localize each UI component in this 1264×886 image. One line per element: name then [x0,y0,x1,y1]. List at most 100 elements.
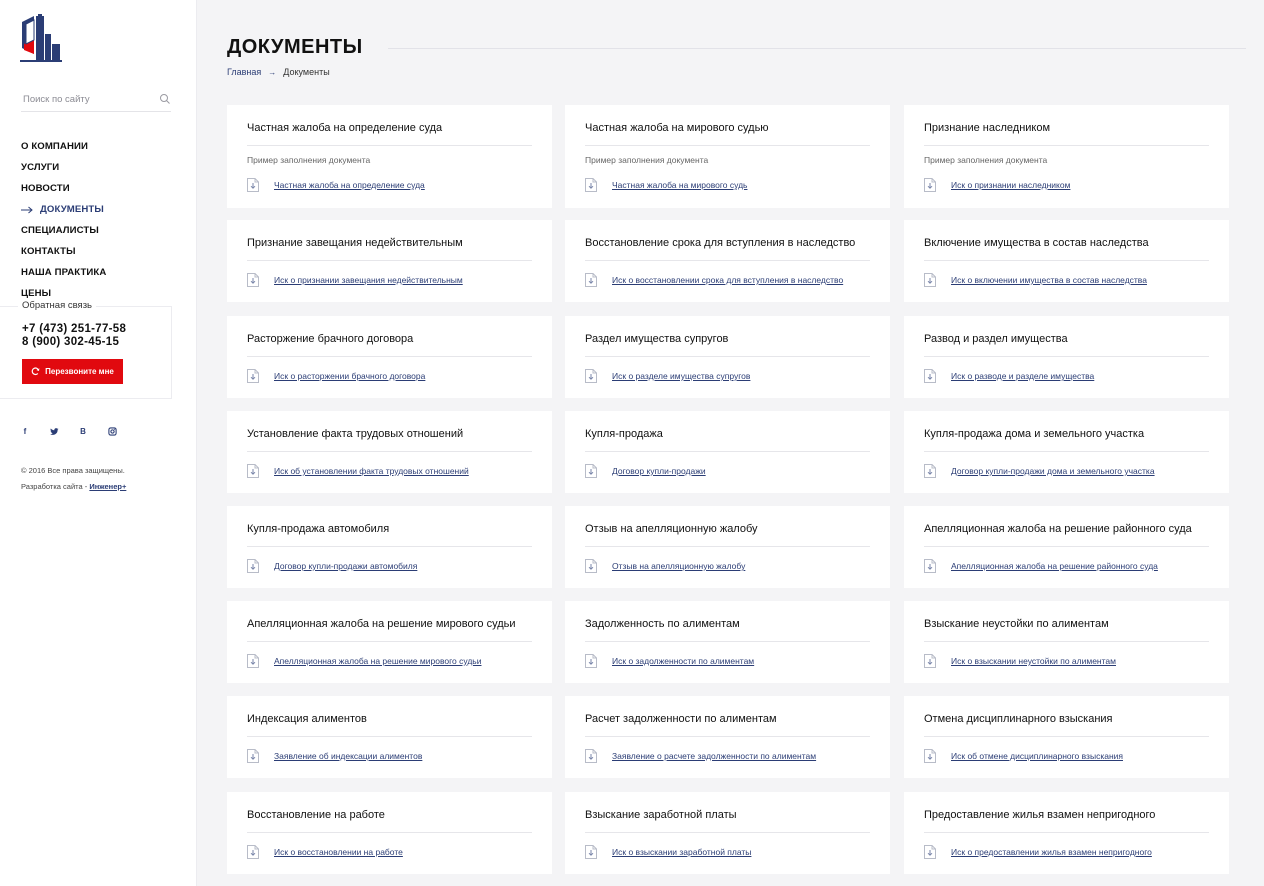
nav-item[interactable]: СПЕЦИАЛИСТЫ [21,220,106,241]
sidebar: О КОМПАНИИ УСЛУГИ НОВОСТИ ДОКУМЕНТЫ СПЕЦИАЛИ… [0,0,197,886]
instagram-icon[interactable] [107,426,117,436]
nav-item-label: ДОКУМЕНТЫ [40,204,104,215]
file-download-icon [924,178,936,192]
callback-button[interactable]: Перезвоните мне [22,359,123,384]
document-title: Развод и раздел имущества [924,333,1068,345]
document-title: Апелляционная жалоба на решение мирового… [247,618,516,630]
document-download-link[interactable]: Иск о взыскании неустойки по алиментам [924,654,1116,668]
twitter-icon[interactable] [49,426,59,436]
copyright: © 2016 Все права защищены. Разработка са… [21,463,126,495]
document-download-link[interactable]: Частная жалоба на мирового судь [585,178,747,192]
document-title: Задолженность по алиментам [585,618,740,630]
document-download-link[interactable]: Иск о разделе имущества супругов [585,369,750,383]
callback-button-label: Перезвоните мне [45,367,114,376]
document-card: Апелляционная жалоба на решение районног… [904,506,1229,588]
document-title: Купля-продажа автомобиля [247,523,390,535]
nav-item[interactable]: О КОМПАНИИ [21,136,106,157]
file-download-icon [247,273,259,287]
card-divider [924,356,1209,357]
document-title: Раздел имущества супругов [585,333,729,345]
document-download-link[interactable]: Иск о признании наследником [924,178,1070,192]
nav-item[interactable]: КОНТАКТЫ [21,241,106,262]
document-download-link[interactable]: Договор купли-продажи автомобиля [247,559,417,573]
document-download-link[interactable]: Иск о предоставлении жилья взамен неприг… [924,845,1152,859]
document-download-link[interactable]: Иск о признании завещания недействительн… [247,273,463,287]
callback-block: Обратная связь +7 (473) 251-77-58 8 (900… [0,300,172,399]
phone-number-2[interactable]: 8 (900) 302-45-15 [22,336,119,348]
document-download-link[interactable]: Иск о включении имущества в состав насле… [924,273,1147,287]
file-download-icon [924,273,936,287]
breadcrumb-home[interactable]: Главная [227,67,261,77]
document-card: Раздел имущества супругов Иск о разделе и… [565,316,890,398]
document-link-label: Иск о включении имущества в состав насле… [951,275,1147,285]
page-title: ДОКУМЕНТЫ [227,36,363,58]
document-link-label: Договор купли-продажи дома и земельного … [951,466,1155,476]
card-divider [924,260,1209,261]
card-divider [585,641,870,642]
document-download-link[interactable]: Договор купли-продажи [585,464,706,478]
search-box [21,88,171,112]
card-divider [924,546,1209,547]
document-download-link[interactable]: Иск о восстановлении на работе [247,845,403,859]
search-icon[interactable] [159,93,171,105]
search-input[interactable] [21,94,151,105]
document-download-link[interactable]: Отзыв на апелляционную жалобу [585,559,745,573]
nav-item[interactable]: УСЛУГИ [21,157,106,178]
nav-item-label: УСЛУГИ [21,162,60,173]
document-download-link[interactable]: Апелляционная жалоба на решение мирового… [247,654,482,668]
vk-icon[interactable]: B [78,426,88,436]
nav-item[interactable]: НАША ПРАКТИКА [21,262,106,283]
card-divider [247,832,532,833]
developer-link[interactable]: Инженер+ [89,482,126,491]
title-divider [388,48,1246,49]
card-divider [585,145,870,146]
document-download-link[interactable]: Иск о разводе и разделе имущества [924,369,1094,383]
document-link-label: Частная жалоба на мирового судь [612,180,748,190]
logo-icon[interactable] [20,14,64,64]
card-divider [585,451,870,452]
document-download-link[interactable]: Иск о восстановлении срока для вступлени… [585,273,843,287]
document-download-link[interactable]: Иск об отмене дисциплинарного взыскания [924,749,1123,763]
document-title: Частная жалоба на определение суда [247,122,443,134]
nav-item[interactable]: ДОКУМЕНТЫ [21,199,106,220]
document-download-link[interactable]: Иск о взыскании заработной платы [585,845,751,859]
file-download-icon [924,559,936,573]
document-title: Включение имущества в состав наследства [924,237,1149,249]
document-card: Купля-продажа Договор купли-продажи [565,411,890,493]
document-link-label: Иск о разводе и разделе имущества [951,371,1095,381]
callback-label: Обратная связь [18,300,96,311]
facebook-icon[interactable]: f [20,426,30,436]
file-download-icon [585,654,597,668]
breadcrumb-arrow-icon: → [268,67,277,77]
document-card: Частная жалоба на определение суда Пример… [227,105,552,208]
document-link-label: Иск о восстановлении срока для вступлени… [612,275,844,285]
document-download-link[interactable]: Заявление о расчете задолженности по али… [585,749,816,763]
document-card: Частная жалоба на мирового судью Пример з… [565,105,890,208]
document-link-label: Иск о предоставлении жилья взамен неприг… [951,847,1152,857]
document-download-link[interactable]: Частная жалоба на определение суда [247,178,425,192]
document-download-link[interactable]: Иск об установлении факта трудовых отнош… [247,464,469,478]
document-download-link[interactable]: Иск о задолженности по алиментам [585,654,754,668]
card-divider [247,641,532,642]
file-download-icon [585,559,597,573]
document-card: Купля-продажа автомобиля Договор купли-пр… [227,506,552,588]
document-card: Апелляционная жалоба на решение мирового… [227,601,552,683]
document-download-link[interactable]: Договор купли-продажи дома и земельного … [924,464,1155,478]
document-card: Признание наследником Пример заполнения д… [904,105,1229,208]
document-download-link[interactable]: Заявление об индексации алиментов [247,749,422,763]
file-download-icon [924,749,936,763]
document-title: Индексация алиментов [247,713,367,725]
phone-number-1[interactable]: +7 (473) 251-77-58 [22,323,126,335]
document-download-link[interactable]: Иск о расторжении брачного договора [247,369,425,383]
document-link-label: Частная жалоба на определение суда [274,180,425,190]
nav-item[interactable]: НОВОСТИ [21,178,106,199]
card-divider [585,832,870,833]
file-download-icon [924,464,936,478]
document-link-label: Заявление об индексации алиментов [274,751,423,761]
document-title: Отмена дисциплинарного взыскания [924,713,1113,725]
file-download-icon [585,749,597,763]
document-download-link[interactable]: Апелляционная жалоба на решение районног… [924,559,1158,573]
card-divider [924,736,1209,737]
card-divider [585,260,870,261]
document-card: Расторжение брачного договора Иск о расто… [227,316,552,398]
